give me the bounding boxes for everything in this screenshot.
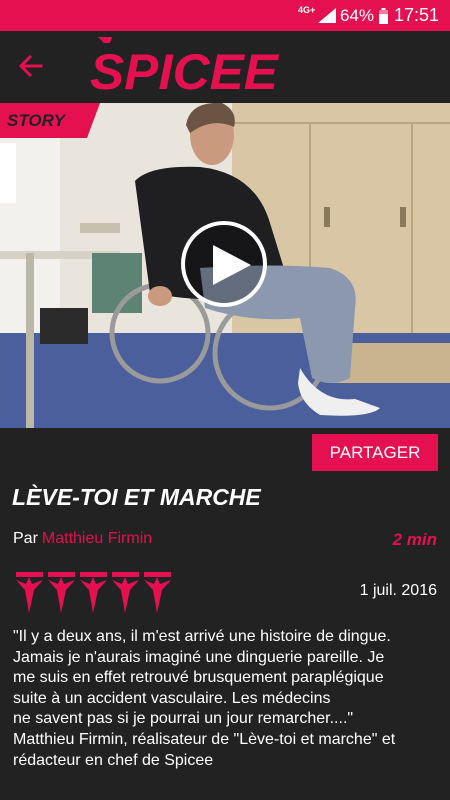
battery-icon (379, 8, 388, 24)
story-badge: STORY (0, 103, 100, 138)
back-button[interactable] (14, 49, 48, 83)
video-title: LÈVE-TOI ET MARCHE (12, 484, 261, 510)
share-button[interactable]: PARTAGER (312, 434, 438, 471)
description: "Il y a deux ans, il m'est arrivé une hi… (13, 628, 396, 769)
clock: 17:51 (394, 5, 440, 25)
battery-percent: 64% (340, 6, 375, 25)
network-type: 4G+ (298, 5, 316, 15)
play-icon (213, 245, 251, 285)
spicee-star-icon[interactable] (48, 572, 75, 613)
signal-icon (318, 8, 336, 23)
spicee-star-icon[interactable] (16, 572, 43, 613)
play-button[interactable] (181, 221, 267, 307)
spicee-star-icon[interactable] (80, 572, 107, 613)
story-badge-label: STORY (7, 111, 65, 130)
svg-text:SPICEE: SPICEE (90, 44, 280, 95)
publish-date: 1 juil. 2016 (359, 582, 437, 599)
app-bar: SPICEE (0, 31, 450, 103)
rating[interactable] (16, 572, 171, 613)
arrow-left-icon (19, 55, 43, 77)
author-link[interactable]: Matthieu Firmin (42, 530, 152, 547)
spicee-logo: SPICEE (90, 37, 280, 95)
spicee-star-icon[interactable] (144, 572, 171, 613)
by-label: Par (13, 530, 38, 547)
author-line: Par Matthieu Firmin (13, 530, 152, 548)
duration: 2 min (392, 530, 437, 549)
status-bar: 4G+ 64% 17:51 (0, 0, 450, 31)
spicee-star-icon[interactable] (112, 572, 139, 613)
